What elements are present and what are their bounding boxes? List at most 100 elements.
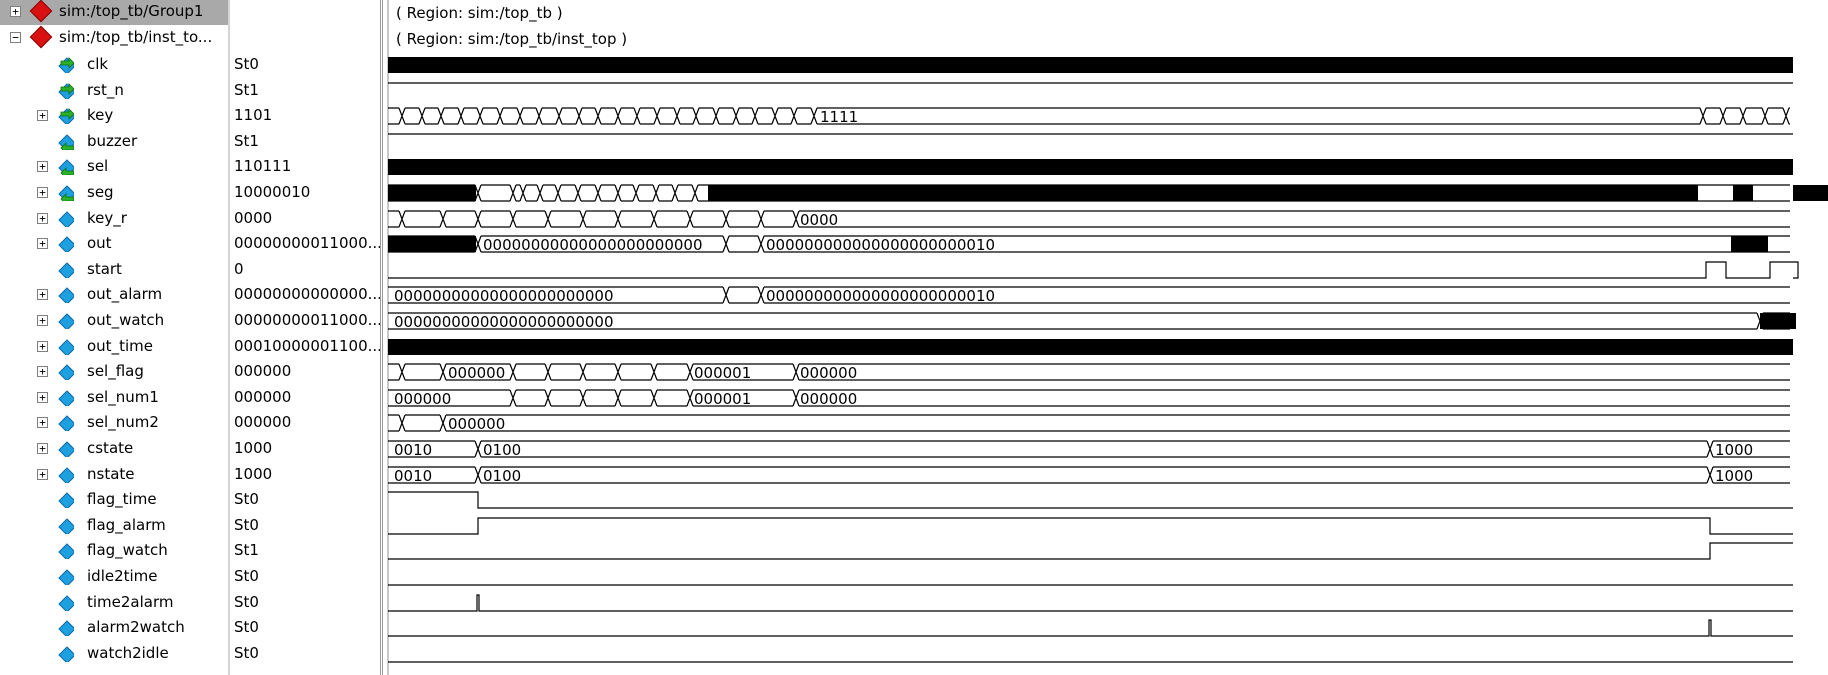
bus-dense-fill bbox=[388, 185, 476, 201]
signal-value: St1 bbox=[234, 541, 259, 559]
signal-row-out_watch[interactable]: + out_watch bbox=[0, 309, 228, 334]
signal-name: sel_num2 bbox=[87, 413, 159, 431]
bus-value-label: 00000000000000000000000 bbox=[394, 287, 614, 305]
bus-dense-fill bbox=[708, 185, 1698, 201]
signal-value: 00000000011000... bbox=[234, 311, 380, 329]
expand-bus-toggle[interactable]: + bbox=[37, 238, 48, 249]
waveform-pane[interactable]: ( Region: sim:/top_tb ) ( Region: sim:/t… bbox=[388, 0, 1828, 675]
expand-bus-toggle[interactable]: + bbox=[37, 315, 48, 326]
signal-value: 00000000011000... bbox=[234, 234, 380, 252]
signal-row-out[interactable]: + out bbox=[0, 232, 228, 257]
bus-value-label: 000000000000000000000010 bbox=[766, 287, 995, 305]
expand-bus-toggle[interactable]: + bbox=[37, 392, 48, 403]
signal-row-seg[interactable]: + seg bbox=[0, 181, 228, 206]
signal-row-key_r[interactable]: + key_r bbox=[0, 207, 228, 232]
signal-diamond-icon bbox=[58, 364, 74, 380]
expand-bus-toggle[interactable]: + bbox=[37, 110, 48, 121]
signal-row-clk[interactable]: clk bbox=[0, 53, 228, 78]
bit-wave-flag_time bbox=[388, 491, 1793, 509]
signal-diamond-icon bbox=[58, 543, 74, 559]
expand-bus-toggle[interactable]: + bbox=[37, 289, 48, 300]
signal-row-buzzer[interactable]: buzzer bbox=[0, 130, 228, 155]
bus-wave-sel_num2 bbox=[388, 414, 1790, 432]
dense-wave-out_time bbox=[388, 339, 1793, 355]
bit-wave-start bbox=[388, 261, 1799, 279]
signal-diamond-icon bbox=[58, 313, 74, 329]
bus-wave-cstate bbox=[388, 440, 1790, 458]
waveform-canvas: 1111000000000000000000000000000 000000000… bbox=[388, 57, 1828, 663]
signal-row-sel_num2[interactable]: + sel_num2 bbox=[0, 411, 228, 436]
expand-bus-toggle[interactable]: + bbox=[37, 161, 48, 172]
signal-row-cstate[interactable]: + cstate bbox=[0, 437, 228, 462]
signal-diamond-icon bbox=[58, 339, 74, 355]
signal-diamond-icon bbox=[58, 492, 74, 508]
signal-diamond-icon bbox=[58, 441, 74, 457]
signal-diamond-icon bbox=[58, 518, 74, 534]
dense-wave-clk bbox=[388, 57, 1793, 73]
signal-row-alarm2watch[interactable]: alarm2watch bbox=[0, 616, 228, 641]
signal-row-sel_flag[interactable]: + sel_flag bbox=[0, 360, 228, 385]
signal-diamond-icon bbox=[58, 569, 74, 585]
signal-row-key[interactable]: + key bbox=[0, 104, 228, 129]
expand-bus-toggle[interactable]: + bbox=[37, 469, 48, 480]
expand-bus-toggle[interactable]: + bbox=[37, 366, 48, 377]
signal-value: 00000000000000... bbox=[234, 285, 380, 303]
group-row-inst-top[interactable]: − sim:/top_tb/inst_to... bbox=[0, 25, 228, 51]
dense-wave-sel bbox=[388, 159, 1793, 175]
signal-row-sel[interactable]: + sel bbox=[0, 155, 228, 180]
signal-row-flag_alarm[interactable]: flag_alarm bbox=[0, 514, 228, 539]
expand-bus-toggle[interactable]: + bbox=[37, 443, 48, 454]
expand-toggle[interactable]: + bbox=[10, 6, 21, 17]
signal-diamond-icon bbox=[58, 390, 74, 406]
signal-name: sel bbox=[87, 157, 109, 175]
signal-value: 10000010 bbox=[234, 183, 311, 201]
signal-value: St0 bbox=[234, 567, 259, 585]
expand-bus-toggle[interactable]: + bbox=[37, 417, 48, 428]
signal-diamond-icon bbox=[58, 646, 74, 662]
signal-row-idle2time[interactable]: idle2time bbox=[0, 565, 228, 590]
signal-row-sel_num1[interactable]: + sel_num1 bbox=[0, 386, 228, 411]
bus-value-label: 0010 bbox=[394, 467, 432, 485]
input-port-icon bbox=[58, 57, 74, 73]
signal-name: alarm2watch bbox=[87, 618, 185, 636]
signal-row-out_alarm[interactable]: + out_alarm bbox=[0, 283, 228, 308]
signal-value: St1 bbox=[234, 132, 259, 150]
signal-row-out_time[interactable]: + out_time bbox=[0, 335, 228, 360]
group-row-group1[interactable]: + sim:/top_tb/Group1 bbox=[0, 0, 228, 25]
bus-value-label: 1000 bbox=[1715, 441, 1753, 459]
pane-splitter[interactable] bbox=[380, 0, 383, 675]
signal-row-time2alarm[interactable]: time2alarm bbox=[0, 591, 228, 616]
collapse-toggle[interactable]: − bbox=[10, 32, 21, 43]
signal-name: rst_n bbox=[87, 81, 124, 99]
expand-bus-toggle[interactable]: + bbox=[37, 213, 48, 224]
signal-row-flag_watch[interactable]: flag_watch bbox=[0, 539, 228, 564]
bus-value-label: 000001 bbox=[694, 364, 751, 382]
signal-value: 000000 bbox=[234, 413, 292, 431]
bus-value-label: 1111 bbox=[820, 108, 858, 126]
signal-row-watch2idle[interactable]: watch2idle bbox=[0, 642, 228, 667]
signal-row-rst_n[interactable]: rst_n bbox=[0, 79, 228, 104]
bus-value-label: 0010 bbox=[394, 441, 432, 459]
signal-name: key_r bbox=[87, 209, 127, 227]
signal-row-nstate[interactable]: + nstate bbox=[0, 463, 228, 488]
bus-value-label: 0000 bbox=[800, 211, 838, 229]
signal-name: out bbox=[87, 234, 112, 252]
signal-value: 0 bbox=[234, 260, 244, 278]
expand-bus-toggle[interactable]: + bbox=[37, 187, 48, 198]
bus-value-label: 000000 bbox=[800, 390, 857, 408]
signal-diamond-icon bbox=[58, 287, 74, 303]
signal-value: St0 bbox=[234, 55, 259, 73]
signal-row-start[interactable]: start bbox=[0, 258, 228, 283]
signal-name: flag_watch bbox=[87, 541, 168, 559]
signal-value: 0000 bbox=[234, 209, 273, 227]
signal-row-flag_time[interactable]: flag_time bbox=[0, 488, 228, 513]
signal-name: idle2time bbox=[87, 567, 158, 585]
signal-value: 110111 bbox=[234, 157, 292, 175]
expand-bus-toggle[interactable]: + bbox=[37, 341, 48, 352]
signal-name: flag_time bbox=[87, 490, 157, 508]
signal-name: time2alarm bbox=[87, 593, 174, 611]
group-label: sim:/top_tb/Group1 bbox=[59, 2, 204, 20]
bit-wave-alarm2watch bbox=[388, 619, 1793, 637]
signal-name: cstate bbox=[87, 439, 134, 457]
signal-name: start bbox=[87, 260, 122, 278]
